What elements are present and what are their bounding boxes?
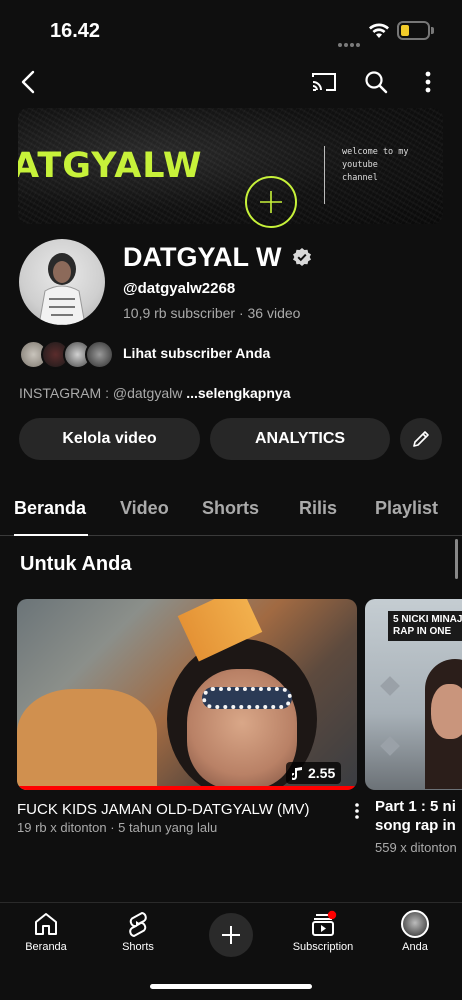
channel-handle: @datgyalw2268 [123, 280, 236, 297]
thumbnail-label: 5 NICKI MINAJ RAP IN ONE [388, 611, 462, 641]
section-title: Untuk Anda [20, 553, 132, 575]
home-indicator[interactable] [150, 984, 312, 989]
back-icon[interactable] [12, 66, 44, 98]
music-note-icon [292, 767, 302, 780]
video-count: 36 video [247, 305, 301, 321]
banner-brand-text: ATGYALW [18, 146, 203, 186]
nav-subscriptions-label: Subscription [292, 941, 354, 953]
tab-shorts[interactable]: Shorts [202, 498, 259, 519]
subscriber-count: 10,9 rb subscriber [123, 305, 236, 321]
status-bar: 16.42 [0, 0, 462, 60]
duration-text: 2.55 [308, 765, 336, 781]
nav-shorts[interactable]: Shorts [93, 909, 183, 953]
description-more-link[interactable]: ...selengkapnya [186, 385, 290, 401]
duration-badge: 2.55 [286, 762, 342, 784]
nav-home-label: Beranda [25, 941, 67, 953]
banner-add-button[interactable] [245, 176, 297, 228]
tab-beranda[interactable]: Beranda [14, 498, 86, 519]
avatar-image [38, 253, 86, 325]
you-avatar [401, 910, 429, 938]
top-bar [0, 62, 462, 102]
view-subscribers-link[interactable]: Lihat subscriber Anda [123, 345, 270, 361]
nav-home[interactable]: Beranda [1, 909, 91, 953]
nav-you-label: Anda [402, 941, 428, 953]
shorts-icon [129, 912, 147, 937]
signal-icon [338, 34, 364, 47]
description-text: INSTAGRAM : @datgyalw [19, 385, 183, 401]
manage-videos-button[interactable]: Kelola video [19, 418, 200, 460]
create-button[interactable] [209, 913, 253, 957]
home-icon [35, 913, 57, 935]
banner-welcome-text: welcome to my youtube channel [342, 147, 409, 183]
thumbnail-art [17, 689, 157, 790]
plus-icon [222, 926, 240, 944]
tab-rilis[interactable]: Rilis [299, 498, 337, 519]
video-meta: 19 rb x ditonton · 5 tahun yang lalu [17, 820, 218, 835]
thumbnail-art [431, 684, 462, 739]
channel-description[interactable]: INSTAGRAM : @datgyalw ...selengkapnya [19, 385, 291, 401]
edit-channel-button[interactable] [400, 418, 442, 460]
search-icon[interactable] [360, 66, 392, 98]
stats-separator: · [238, 305, 248, 321]
banner-divider [324, 146, 325, 204]
pencil-icon [413, 431, 429, 447]
channel-stats: 10,9 rb subscriber · 36 video [123, 305, 300, 321]
subscriber-avatar [85, 340, 114, 369]
verified-icon [293, 248, 311, 266]
tab-video[interactable]: Video [120, 498, 169, 519]
status-time: 16.42 [50, 20, 101, 42]
subscriptions-icon [312, 910, 337, 936]
channel-banner[interactable]: ATGYALW welcome to my youtube channel [18, 108, 443, 224]
video-thumbnail[interactable]: 5 NICKI MINAJ RAP IN ONE [365, 599, 462, 790]
nav-shorts-label: Shorts [122, 941, 154, 953]
nav-subscriptions[interactable]: Subscription [278, 909, 368, 953]
more-vert-icon [355, 803, 359, 819]
channel-avatar[interactable] [19, 239, 105, 325]
thumbnail-art [202, 687, 292, 709]
thumbnail-art [380, 736, 400, 756]
channel-name: DATGYAL W [123, 242, 282, 272]
nav-you[interactable]: Anda [370, 909, 460, 953]
more-vert-icon[interactable] [412, 66, 444, 98]
channel-tabs: Beranda Video Shorts Rilis Playlist [0, 490, 462, 536]
plus-icon [260, 191, 282, 213]
cast-icon[interactable] [308, 66, 340, 98]
battery-icon [397, 21, 434, 40]
video-title[interactable]: FUCK KIDS JAMAN OLD-DATGYALW (MV) [17, 801, 310, 818]
tab-playlist[interactable]: Playlist [375, 498, 438, 519]
video-meta: 559 x ditonton [375, 840, 457, 855]
wifi-icon [369, 23, 389, 38]
watch-progress-bar [17, 786, 357, 790]
active-tab-indicator [14, 534, 88, 536]
video-menu-button[interactable] [350, 802, 364, 820]
video-title[interactable]: Part 1 : 5 ni song rap in [375, 797, 462, 835]
analytics-button[interactable]: ANALYTICS [210, 418, 390, 460]
scrollbar[interactable] [455, 539, 458, 579]
thumbnail-art [380, 676, 400, 696]
